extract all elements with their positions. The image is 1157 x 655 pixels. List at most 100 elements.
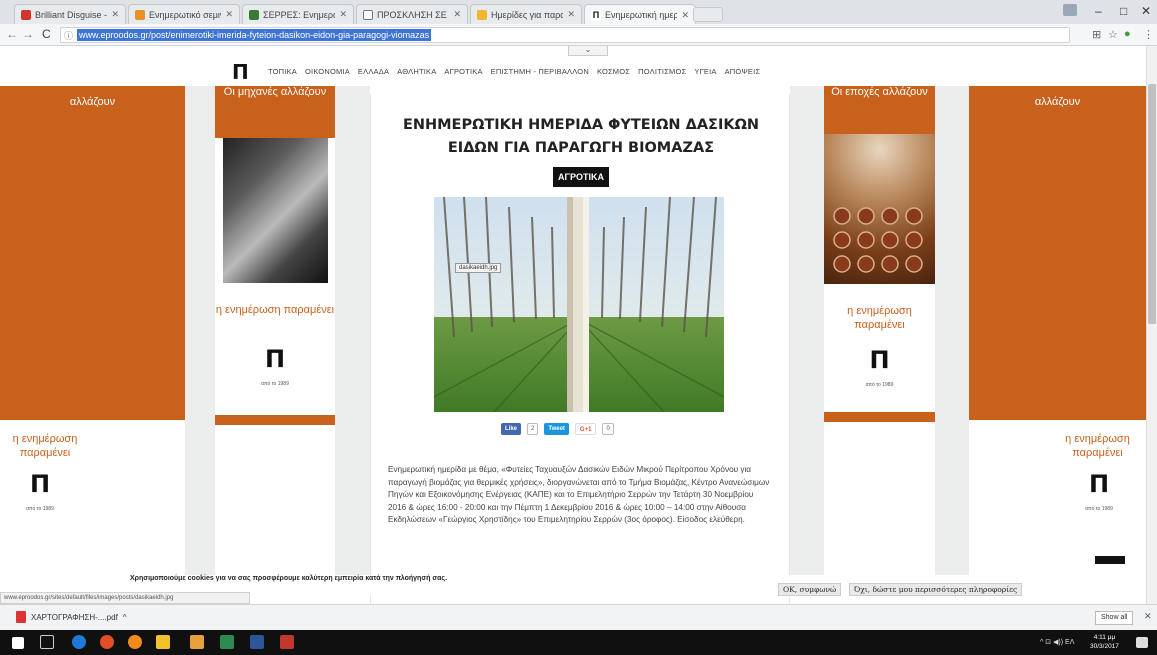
menu-item[interactable]: ΠΟΛΙΤΙΣΜΟΣ — [638, 67, 686, 76]
menu-item[interactable]: ΥΓΕΙΑ — [694, 67, 716, 76]
browser-tab[interactable]: Ενημερωτικό σεμινάριο κατα✕ — [128, 4, 240, 24]
menu-item[interactable]: ΕΛΛΑΔΑ — [358, 67, 389, 76]
close-tab-icon[interactable]: ✕ — [111, 9, 119, 20]
browser-tab-active[interactable]: Π Ενημερωτική ημερίδα φ✕ — [584, 4, 696, 25]
ad-left-bottom: η ενημέρωση παραμένει Π από το 1989 — [215, 283, 335, 415]
excel-icon[interactable] — [220, 635, 234, 649]
notifications-icon[interactable] — [1136, 637, 1148, 648]
system-tray[interactable]: ^ ⊡ ◀)) ΕΛ — [1040, 638, 1074, 646]
address-bar[interactable]: ⓘ www.eproodos.gr/post/enimerotiki-imeri… — [60, 27, 1070, 43]
chevron-down-icon[interactable]: ⌄ — [568, 46, 608, 56]
category-badge[interactable]: ΑΓΡΟΤΙΚΑ — [553, 167, 609, 187]
firefox-icon[interactable] — [128, 635, 142, 649]
menu-item[interactable]: ΤΟΠΙΚΑ — [268, 67, 297, 76]
task-view-icon[interactable] — [40, 635, 54, 649]
ad-far-right[interactable]: αλλάζουν — [969, 86, 1146, 420]
browser-tab[interactable]: ΣΕΡΡΕΣ: Ενημερωτικό για✕ — [242, 4, 354, 24]
download-filename: ΧΑΡΤΟΓΡΑΦΗΣΗ-....pdf — [31, 612, 118, 622]
menu-item[interactable]: ΑΘΛΗΤΙΚΑ — [397, 67, 436, 76]
gutter — [185, 86, 215, 576]
document-icon — [363, 9, 373, 20]
facebook-like-button[interactable]: Like — [501, 423, 522, 435]
reload-icon[interactable]: C — [42, 27, 51, 41]
main-menu: ΤΟΠΙΚΑ ΟΙΚΟΝΟΜΙΑ ΕΛΛΑΔΑ ΑΘΛΗΤΙΚΑ ΑΓΡΟΤΙΚ… — [268, 67, 760, 76]
ad-far-left-bottom[interactable]: η ενημέρωση παραμένει Π από το 1989 — [0, 420, 185, 576]
menu-icon[interactable]: ⋮ — [1143, 28, 1154, 41]
menu-item[interactable]: ΑΠΟΨΕΙΣ — [725, 67, 761, 76]
page-viewport: ⌄ Π ΤΟΠΙΚΑ ΟΙΚΟΝΟΜΙΑ ΕΛΛΑΔΑ ΑΘΛΗΤΙΚΑ ΑΓΡ… — [0, 46, 1157, 604]
back-icon[interactable]: ← — [6, 27, 18, 41]
ad-right-bottom: η ενημέρωση παραμένει Π από το 1989 — [824, 284, 935, 412]
chrome-icon[interactable] — [100, 635, 114, 649]
close-shelf-icon[interactable]: ✕ — [1144, 611, 1152, 622]
cookie-accept-button[interactable]: ΟΚ, συμφωνώ — [778, 583, 842, 596]
scrollbar-thumb[interactable] — [1148, 84, 1156, 324]
close-tab-icon[interactable]: ✕ — [453, 9, 461, 20]
typewriter-keys — [833, 207, 923, 273]
file-explorer-icon[interactable] — [156, 635, 170, 649]
show-all-button[interactable]: Show all — [1095, 611, 1134, 625]
new-tab-button[interactable] — [693, 7, 723, 22]
cookie-more-info-button[interactable]: Όχι, δώστε μου περισσότερες πληροφορίες — [849, 583, 1023, 596]
clock[interactable]: 4:11 μμ 30/3/2017 — [1090, 633, 1119, 651]
close-tab-icon[interactable]: ✕ — [567, 9, 575, 20]
app-icon[interactable] — [190, 635, 204, 649]
menu-item[interactable]: ΟΙΚΟΝΟΜΙΑ — [305, 67, 350, 76]
youtube-icon — [21, 9, 31, 20]
cookie-text: Χρησιμοποιούμε cookies για να σας προσφέ… — [130, 575, 448, 582]
menu-item[interactable]: ΚΟΣΜΟΣ — [597, 67, 630, 76]
ad-right[interactable]: Οι εποχές αλλάζουν — [824, 86, 935, 134]
download-item[interactable]: ΧΑΡΤΟΓΡΑΦΗΣΗ-....pdf ^ — [16, 611, 127, 623]
status-bar-url: www.eproodos.gr/sites/default/files/imag… — [0, 592, 250, 604]
image-filename-tooltip: dasikaeidh.jpg — [455, 263, 502, 273]
browser-tab[interactable]: ΠΡΟΣΚΛΗΣΗ ΣΕ ΔΗΜΟΣ✕ — [356, 4, 468, 24]
poplar-plantation-image — [434, 197, 724, 412]
article-body: Ενημερωτική ημερίδα με θέμα, «Φυτείες Τα… — [388, 465, 770, 524]
ad-far-right-bottom[interactable]: η ενημέρωση παραμένει Π από το 1989 — [969, 420, 1146, 576]
bookmark-star-icon[interactable]: ☆ — [1108, 28, 1118, 41]
browser-tab[interactable]: Ημερίδες για παραγωγή✕ — [470, 4, 582, 24]
google-plus-button[interactable]: G+1 — [574, 423, 597, 435]
site-logo[interactable]: Π — [232, 60, 249, 84]
article-title: ΕΝΗΜΕΡΩΤΙΚΗ ΗΜΕΡΙΔΑ ΦΥΤΕΙΩΝ ΔΑΣΙΚΩΝ ΕΙΔΩ… — [402, 117, 760, 156]
close-tab-icon[interactable]: ✕ — [225, 9, 233, 20]
share-bar: Like 2 Tweet G+1 0 — [501, 423, 614, 435]
clock-time: 4:11 μμ — [1093, 634, 1116, 641]
site-favicon-icon — [477, 9, 487, 20]
forward-icon[interactable]: → — [22, 27, 34, 41]
site-logo-icon: Π — [591, 10, 601, 20]
window-close-icon[interactable]: ✕ — [1141, 4, 1151, 18]
windows-start-icon[interactable] — [12, 637, 24, 649]
chevron-up-icon[interactable]: ^ — [123, 613, 127, 622]
word-icon[interactable] — [250, 635, 264, 649]
translate-icon[interactable]: ⊞ — [1092, 28, 1101, 41]
url-text[interactable]: www.eproodos.gr/post/enimerotiki-imerida… — [77, 29, 432, 41]
article: ΕΝΗΜΕΡΩΤΙΚΗ ΗΜΕΡΙΔΑ ΦΥΤΕΙΩΝ ΔΑΣΙΚΩΝ ΕΙΔΩ… — [370, 94, 790, 604]
minimize-icon[interactable]: – — [1095, 4, 1102, 18]
site-info-icon[interactable]: ⓘ — [64, 29, 73, 42]
gutter — [790, 86, 824, 576]
download-shelf: ΧΑΡΤΟΓΡΑΦΗΣΗ-....pdf ^ Show all ✕ — [0, 604, 1157, 630]
edge-icon[interactable] — [72, 635, 86, 649]
acrobat-icon[interactable] — [280, 635, 294, 649]
close-tab-icon[interactable]: ✕ — [681, 10, 689, 21]
ad-left-strip — [215, 415, 335, 425]
typewriter-photo — [824, 134, 935, 284]
maximize-icon[interactable]: □ — [1120, 4, 1127, 18]
close-tab-icon[interactable]: ✕ — [339, 9, 347, 20]
ad-far-left[interactable]: αλλάζουν — [0, 86, 185, 420]
menu-item[interactable]: ΕΠΙΣΤΗΜΗ - ΠΕΡΙΒΑΛΛΟΝ — [491, 67, 589, 76]
menu-item[interactable]: ΑΓΡΟΤΙΚΑ — [444, 67, 482, 76]
article-image[interactable]: dasikaeidh.jpg — [434, 197, 724, 412]
extension-icon[interactable]: ● — [1124, 28, 1131, 40]
site-favicon-icon — [135, 9, 145, 20]
dark-bar — [1095, 556, 1125, 564]
profile-icon[interactable] — [1063, 4, 1077, 16]
gutter — [935, 86, 969, 576]
tweet-button[interactable]: Tweet — [544, 423, 569, 435]
taskbar: ^ ⊡ ◀)) ΕΛ 4:11 μμ 30/3/2017 — [0, 630, 1157, 655]
language-indicator[interactable]: ΕΛ — [1065, 639, 1074, 646]
ad-left[interactable]: Οι μηχανές αλλάζουν — [215, 86, 335, 138]
browser-tab[interactable]: Brilliant Disguise - Br✕ — [14, 4, 126, 24]
gplus-count: 0 — [602, 423, 614, 435]
